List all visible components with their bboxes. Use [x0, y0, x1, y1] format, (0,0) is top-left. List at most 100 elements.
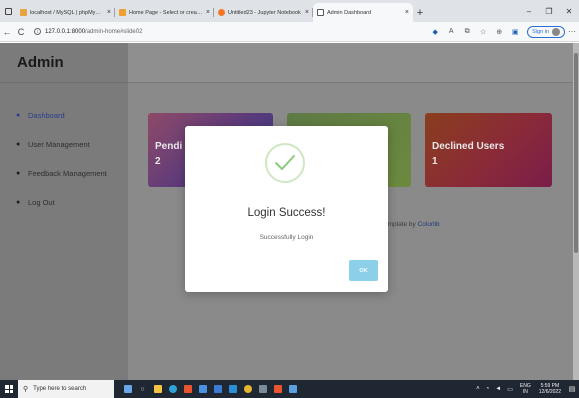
- file-explorer-icon[interactable]: [150, 380, 165, 398]
- footer-credit: emplate by Colorlib: [384, 221, 440, 228]
- show-hidden-icons[interactable]: ˄: [476, 386, 480, 392]
- tab-actions-icon[interactable]: [0, 0, 16, 22]
- url-path: /admin-home#slide02: [85, 28, 143, 35]
- user-icon: ●: [16, 112, 21, 119]
- language-line2: IN: [522, 389, 528, 395]
- tab-close-icon[interactable]: ×: [405, 9, 409, 16]
- windows-taskbar: ⚲ Type here to search ○ ˄ ◔ ◄ ▭ ENG IN 5…: [0, 380, 579, 398]
- favorites-icon[interactable]: ☆: [475, 28, 491, 36]
- search-icon: ⚲: [23, 386, 29, 393]
- sidebar-item-log-out[interactable]: ● Log Out: [0, 188, 128, 217]
- success-check-icon: [265, 143, 305, 183]
- sidebar-item-feedback-management[interactable]: ● Feedback Management: [0, 159, 128, 188]
- jupyter-favicon-icon: [218, 9, 225, 16]
- page-scrollbar[interactable]: [573, 43, 579, 380]
- close-window-button[interactable]: ✕: [559, 7, 579, 16]
- modal-title: Login Success!: [247, 207, 326, 219]
- footer-text: emplate by: [384, 221, 416, 228]
- tab-close-icon[interactable]: ×: [305, 9, 309, 16]
- system-tray: ˄ ◔ ◄ ▭ ENG IN 5:59 PM 12/6/2022 ▤: [473, 383, 579, 395]
- top-header: [128, 43, 579, 83]
- sidebar-item-label: Dashboard: [28, 111, 65, 120]
- browser-tab-bar: localhost / MySQL | phpMyAdmi × Home Pag…: [0, 0, 579, 22]
- collections-icon[interactable]: ⊕: [491, 28, 507, 36]
- start-button[interactable]: [0, 380, 18, 398]
- window-controls: – ❐ ✕: [519, 0, 579, 22]
- notifications-icon[interactable]: ▤: [565, 385, 579, 393]
- card-title: Declined Users: [432, 141, 505, 152]
- terminal-icon[interactable]: [255, 380, 270, 398]
- clock-date: 12/6/2022: [538, 389, 561, 395]
- sign-in-button[interactable]: Sign in: [527, 25, 565, 38]
- back-button[interactable]: ←: [0, 27, 14, 37]
- site-info-icon[interactable]: i: [34, 28, 41, 35]
- new-tab-button[interactable]: +: [413, 3, 427, 22]
- restore-button[interactable]: ❐: [539, 7, 559, 16]
- settings-app-icon[interactable]: [285, 380, 300, 398]
- browser-tab-phpmyadmin[interactable]: localhost / MySQL | phpMyAdmi ×: [16, 3, 115, 22]
- page-favicon-icon: [119, 9, 126, 16]
- login-success-modal: Login Success! Successfully Login OK: [185, 126, 388, 292]
- minimize-button[interactable]: –: [519, 7, 539, 16]
- store-icon[interactable]: [195, 380, 210, 398]
- sidebar-item-user-management[interactable]: ● User Management: [0, 130, 128, 159]
- url-host: 127.0.0.1:8000: [45, 28, 86, 35]
- feedback-icon: ●: [16, 170, 21, 177]
- scrollbar-thumb[interactable]: [574, 53, 578, 253]
- refresh-button[interactable]: C: [14, 27, 28, 37]
- sidebar-item-label: User Management: [28, 140, 90, 149]
- office-icon[interactable]: [180, 380, 195, 398]
- taskbar-search[interactable]: ⚲ Type here to search: [18, 380, 114, 398]
- task-view-icon[interactable]: ○: [135, 380, 150, 398]
- extension-icon[interactable]: ◆: [427, 28, 443, 36]
- sidebar: Admin ● Dashboard ● User Management ● Fe…: [0, 43, 128, 380]
- tab-label: Admin Dashboard: [327, 9, 372, 16]
- edge-icon[interactable]: [165, 380, 180, 398]
- document-favicon-icon: [317, 9, 324, 16]
- tab-label: Home Page - Select or create a: [129, 9, 203, 16]
- more-options-icon[interactable]: ···: [565, 27, 579, 36]
- declined-users-card[interactable]: Declined Users 1: [425, 113, 552, 187]
- browser-essentials-icon[interactable]: ▣: [507, 28, 523, 36]
- read-aloud-icon[interactable]: A: [443, 28, 459, 35]
- windows-logo-icon: [5, 385, 13, 393]
- tab-label: Untitled23 - Jupyter Notebook: [228, 9, 301, 16]
- users-icon: ●: [16, 141, 21, 148]
- sidebar-item-label: Log Out: [28, 198, 55, 207]
- sidebar-menu: ● Dashboard ● User Management ● Feedback…: [0, 101, 128, 217]
- ok-button[interactable]: OK: [349, 260, 378, 281]
- browser-tab-admin-dashboard[interactable]: Admin Dashboard ×: [313, 3, 413, 22]
- url-field[interactable]: i 127.0.0.1:8000 /admin-home#slide02: [34, 25, 354, 38]
- git-icon[interactable]: [270, 380, 285, 398]
- card-value: 2: [155, 156, 161, 167]
- battery-icon[interactable]: ▭: [507, 386, 513, 393]
- tab-label: localhost / MySQL | phpMyAdmi: [30, 9, 104, 16]
- search-placeholder: Type here to search: [33, 386, 87, 392]
- network-icon[interactable]: ◔: [486, 386, 490, 392]
- tab-close-icon[interactable]: ×: [206, 9, 210, 16]
- logout-icon: ●: [16, 199, 21, 206]
- browser-tab-home-page[interactable]: Home Page - Select or create a ×: [115, 3, 214, 22]
- volume-icon[interactable]: ◄: [495, 386, 501, 392]
- sign-in-label: Sign in: [532, 28, 549, 35]
- brand-title[interactable]: Admin: [0, 43, 128, 83]
- taskbar-clock[interactable]: 5:59 PM 12/6/2022: [539, 383, 561, 395]
- sidebar-item-dashboard[interactable]: ● Dashboard: [0, 101, 128, 130]
- chrome-icon[interactable]: [240, 380, 255, 398]
- sidebar-item-label: Feedback Management: [28, 169, 107, 178]
- widgets-icon[interactable]: [120, 380, 135, 398]
- address-bar: ← C i 127.0.0.1:8000 /admin-home#slide02…: [0, 22, 579, 42]
- avatar-icon: [552, 27, 560, 36]
- mail-icon[interactable]: [210, 380, 225, 398]
- card-value: 1: [432, 156, 438, 167]
- address-bar-actions: ◆ A ⧉ ☆ ⊕ ▣: [427, 28, 523, 36]
- card-title: Pendi: [155, 141, 183, 152]
- vscode-icon[interactable]: [225, 380, 240, 398]
- tab-close-icon[interactable]: ×: [107, 9, 111, 16]
- modal-message: Successfully Login: [259, 234, 314, 241]
- split-screen-icon[interactable]: ⧉: [459, 28, 475, 36]
- language-indicator[interactable]: ENG IN: [520, 383, 531, 395]
- colorlib-link[interactable]: Colorlib: [418, 221, 440, 228]
- phpmyadmin-favicon-icon: [20, 9, 27, 16]
- browser-tab-jupyter[interactable]: Untitled23 - Jupyter Notebook ×: [214, 3, 313, 22]
